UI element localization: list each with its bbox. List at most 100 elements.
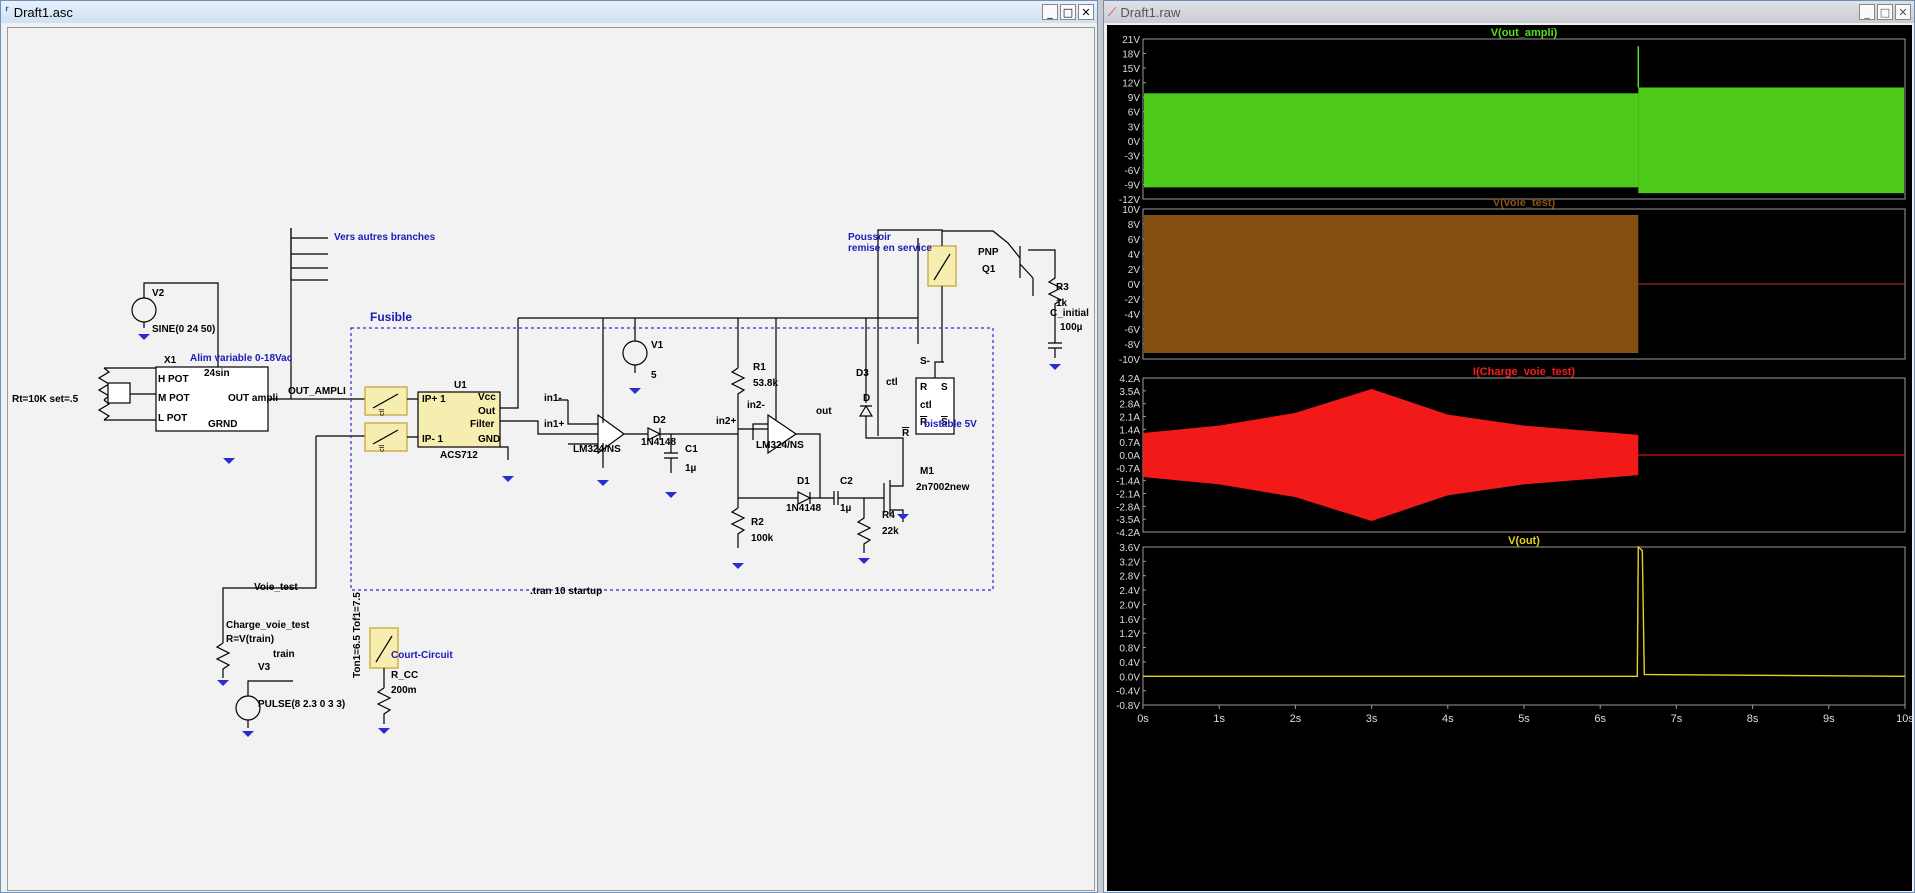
- v2-value: SINE(0 24 50): [152, 324, 215, 335]
- minimize-button[interactable]: _: [1859, 4, 1875, 20]
- y-tick-label: -6V: [1124, 166, 1140, 177]
- r2-label: R2: [751, 517, 764, 528]
- pane-title: V(voie_test): [1493, 197, 1556, 209]
- y-tick-label: 2.8V: [1119, 572, 1140, 583]
- vcc-pin: Vcc: [478, 392, 496, 403]
- y-tick-label: 1.4A: [1119, 425, 1140, 436]
- d1-value: 1N4148: [786, 503, 821, 514]
- y-tick-label: 0.0A: [1119, 451, 1140, 462]
- y-tick-label: 3.5A: [1119, 387, 1140, 398]
- schematic-titlebar[interactable]: ⸢ Draft1.asc _ □ ✕: [1, 1, 1097, 23]
- d3-label: D3: [856, 368, 869, 379]
- y-tick-label: 4.2A: [1119, 374, 1140, 385]
- q1-label: Q1: [982, 264, 996, 275]
- pnp-label: PNP: [978, 247, 999, 258]
- y-tick-label: 12V: [1122, 79, 1140, 90]
- c2-label: C2: [840, 476, 853, 487]
- waveform-drawing[interactable]: V(out_ampli) 21V 18V 15V 12V 9V 6V 3V 0V -3V -6V -9…: [1107, 25, 1912, 891]
- waveform-window[interactable]: ⟋ Draft1.raw _ □ ✕ V(out_ampli) 21V 18V 15V…: [1103, 0, 1915, 893]
- out-net: out: [816, 406, 832, 417]
- x1-label: X1: [164, 355, 177, 366]
- u1-label: U1: [454, 380, 467, 391]
- y-tick-label: -4V: [1124, 310, 1140, 321]
- ip-minus-pin: IP- 1: [422, 434, 444, 445]
- r1-label: R1: [753, 362, 766, 373]
- maximize-button[interactable]: □: [1060, 4, 1076, 20]
- schematic-canvas[interactable]: V2 SINE(0 24 50) X1 24sin H POT M POT OU…: [7, 27, 1095, 891]
- x-tick-label: 5s: [1518, 713, 1530, 725]
- m1-label: M1: [920, 466, 934, 477]
- close-button[interactable]: ✕: [1895, 4, 1911, 20]
- tran-directive[interactable]: .tran 10 startup: [530, 586, 602, 597]
- y-tick-label: 18V: [1122, 50, 1140, 61]
- court-circuit-comment: Court-Circuit: [391, 650, 453, 661]
- ctl1-label: ctl: [379, 409, 386, 416]
- y-tick-label: 1.2V: [1119, 629, 1140, 640]
- waveform-plot-area[interactable]: V(out_ampli) 21V 18V 15V 12V 9V 6V 3V 0V -3V -6V -9…: [1107, 25, 1912, 891]
- out-ampli-envelope-2: [1638, 87, 1904, 194]
- schematic-drawing[interactable]: V2 SINE(0 24 50) X1 24sin H POT M POT OU…: [8, 28, 1094, 890]
- r1-value: 53.8k: [753, 378, 778, 389]
- y-tick-label: 0.7A: [1119, 438, 1140, 449]
- x-tick-label: 1s: [1213, 713, 1225, 725]
- charge-current-envelope: [1143, 389, 1639, 521]
- x-tick-label: 7s: [1671, 713, 1683, 725]
- rcc-value: 200m: [391, 685, 417, 696]
- v2-source-symbol[interactable]: [131, 297, 157, 323]
- close-button[interactable]: ✕: [1078, 4, 1094, 20]
- y-tick-label: 0.8V: [1119, 644, 1140, 655]
- y-tick-label: -0.4V: [1116, 687, 1140, 698]
- acs712-label: ACS712: [440, 450, 478, 461]
- r2-value: 100k: [751, 533, 774, 544]
- in2-minus-net: in2-: [747, 400, 765, 411]
- r4-value: 22k: [882, 526, 899, 537]
- y-tick-label: 0.4V: [1119, 658, 1140, 669]
- schematic-window[interactable]: ⸢ Draft1.asc _ □ ✕ V2 SINE(0 24 50) X1 2…: [0, 0, 1098, 893]
- vers-comment: Vers autres branches: [334, 232, 436, 243]
- d2-value: 1N4148: [641, 437, 676, 448]
- y-tick-label: -1.4A: [1116, 477, 1140, 488]
- fusible-label: Fusible: [370, 310, 412, 324]
- voie-test-envelope: [1144, 215, 1639, 353]
- y-tick-label: 6V: [1128, 108, 1141, 119]
- y-tick-label: -0.7A: [1116, 464, 1140, 475]
- rbar-output: R: [902, 428, 910, 439]
- out-ampli-net: OUT_AMPLI: [288, 386, 346, 397]
- waveform-titlebar[interactable]: ⟋ Draft1.raw _ □ ✕: [1104, 1, 1914, 23]
- y-tick-label: 4V: [1128, 250, 1141, 261]
- y-tick-label: 9V: [1128, 93, 1141, 104]
- pot-symbol[interactable]: [107, 382, 131, 404]
- y-tick-label: -4.2A: [1116, 528, 1140, 539]
- waveform-icon: ⟋: [1108, 4, 1117, 19]
- y-tick-label: -2.1A: [1116, 490, 1140, 501]
- maximize-button[interactable]: □: [1877, 4, 1893, 20]
- x-tick-label: 9s: [1823, 713, 1835, 725]
- y-tick-label: -3V: [1124, 151, 1140, 162]
- v3-source-symbol[interactable]: [235, 695, 261, 721]
- v3-value: PULSE(8 2.3 0 3 3): [258, 699, 345, 710]
- v1-source-symbol[interactable]: [622, 340, 648, 366]
- y-tick-label: -2.8A: [1116, 502, 1140, 513]
- voie-test-net: Voie_test: [254, 582, 298, 593]
- in2-plus-net: in2+: [716, 416, 736, 427]
- gnd-pin: GND: [478, 434, 500, 445]
- ltspice-icon: ⸢: [5, 5, 10, 19]
- y-tick-label: 10V: [1122, 205, 1140, 216]
- d2-label: D2: [653, 415, 666, 426]
- y-tick-label: -9V: [1124, 180, 1140, 191]
- minimize-button[interactable]: _: [1042, 4, 1058, 20]
- bistable-s-minus: S-: [920, 356, 930, 367]
- pane-title: V(out): [1508, 535, 1540, 547]
- y-tick-label: 2.0V: [1119, 600, 1140, 611]
- y-tick-label: -6V: [1124, 325, 1140, 336]
- y-tick-label: 2.4V: [1119, 586, 1140, 597]
- c2-value: 1µ: [840, 503, 852, 514]
- in1-minus-net: in1-: [544, 393, 562, 404]
- y-tick-label: -2V: [1124, 295, 1140, 306]
- y-tick-label: 2.1A: [1119, 413, 1140, 424]
- bistable-r-pin: R: [920, 382, 928, 393]
- v2-label: V2: [152, 288, 165, 299]
- m1-value: 2n7002new: [916, 482, 970, 493]
- v1-label: V1: [651, 340, 664, 351]
- y-tick-label: 3.2V: [1119, 557, 1140, 568]
